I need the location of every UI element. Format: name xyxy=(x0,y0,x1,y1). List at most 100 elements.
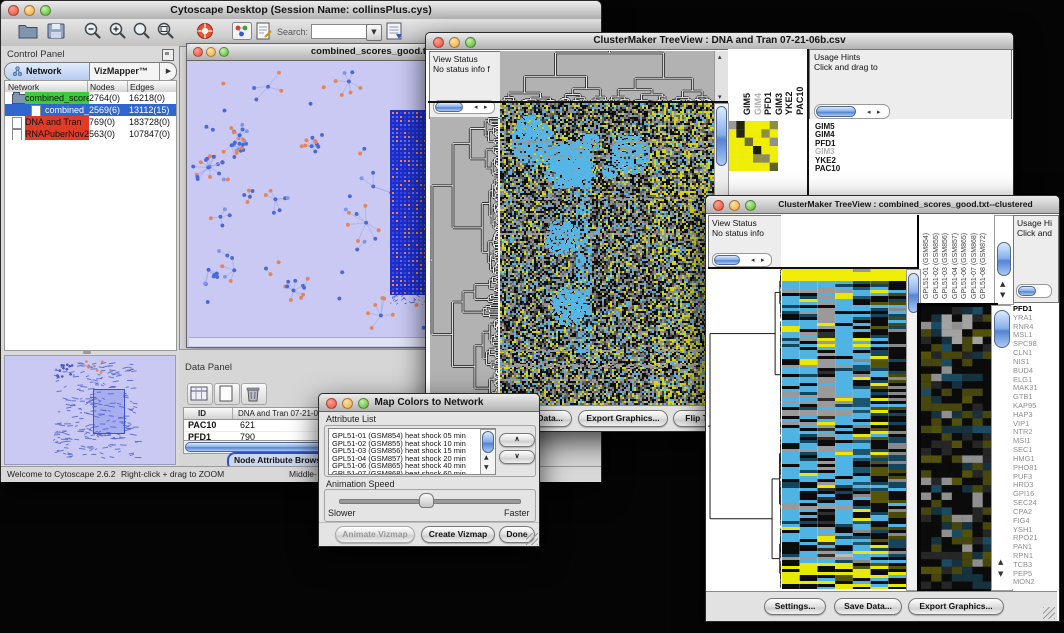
zoom-window-icon[interactable] xyxy=(219,47,229,57)
save-icon[interactable] xyxy=(45,21,67,41)
column-dendrogram[interactable] xyxy=(500,51,714,103)
close-icon[interactable] xyxy=(326,398,337,409)
scroll-down-icon[interactable]: ▾ xyxy=(718,93,722,101)
zoom-window-icon[interactable] xyxy=(40,5,51,16)
attribute-item[interactable]: GPL51-07 (GSM868) heat shock 60 min xyxy=(332,469,466,476)
network-table-row[interactable]: combined_scores2764(0)16218(0) xyxy=(5,92,176,104)
vizmap-icon[interactable] xyxy=(231,21,253,41)
move-up-button[interactable]: ∧ xyxy=(499,433,535,447)
zoom-heatmap[interactable] xyxy=(921,307,993,589)
main-titlebar[interactable]: Cytoscape Desktop (Session Name: collins… xyxy=(1,1,601,20)
scroll-down-icon[interactable]: ▼ xyxy=(1000,291,1005,299)
zoom-window-icon[interactable] xyxy=(465,37,476,48)
usage-hints-panel: Usage Hints Click and drag to ◂ ▸ xyxy=(809,49,1012,121)
minimize-icon[interactable] xyxy=(729,200,740,211)
attribute-list[interactable]: GPL51-01 (GSM854) heat shock 05 minGPL51… xyxy=(328,428,496,475)
zoom-window-icon[interactable] xyxy=(745,200,756,211)
scrollbar-thumb[interactable] xyxy=(482,431,494,453)
scroll-down-icon[interactable]: ▼ xyxy=(484,464,489,472)
resize-grip[interactable] xyxy=(1043,607,1055,619)
scrollbar-thumb[interactable] xyxy=(714,255,740,265)
zoom-in-icon[interactable] xyxy=(107,21,129,41)
network-list-empty-area[interactable] xyxy=(4,140,177,351)
tab-overflow-button[interactable]: ▶ xyxy=(159,63,177,80)
scroll-left-icon[interactable]: ◂ xyxy=(474,103,478,111)
new-page-icon[interactable] xyxy=(214,383,240,405)
view-status-scrollbar[interactable]: ◂ ▸ xyxy=(712,253,772,267)
zoom-out-icon[interactable] xyxy=(82,21,104,41)
open-icon[interactable] xyxy=(17,21,39,41)
usage-hints-scrollbar[interactable] xyxy=(1016,284,1052,298)
close-icon[interactable] xyxy=(193,47,203,57)
export-graphics-button[interactable]: Export Graphics... xyxy=(908,598,1004,615)
scrollbar-thumb[interactable] xyxy=(435,102,463,112)
network-overview-panel[interactable] xyxy=(4,355,176,465)
scroll-right-icon[interactable]: ▸ xyxy=(484,103,488,111)
close-icon[interactable] xyxy=(433,37,444,48)
float-panel-icon[interactable] xyxy=(162,49,174,61)
zoom-selected-icon[interactable] xyxy=(155,21,177,41)
row-value: 621 xyxy=(240,419,255,431)
row-dendrogram[interactable] xyxy=(430,117,498,405)
treeview2-title: ClusterMaker TreeView : combined_scores_… xyxy=(706,196,1059,213)
network-table-row[interactable]: RNAPuberNov2+563(0)107847(0) xyxy=(5,128,176,140)
scroll-right-icon[interactable]: ▸ xyxy=(761,256,765,264)
mini-heatmap[interactable] xyxy=(728,121,778,171)
tab-network[interactable]: Network xyxy=(5,63,90,80)
network-table-row[interactable]: DNA and Tran 07769(0)183728(0) xyxy=(5,116,176,128)
search-dropdown-button[interactable]: ▼ xyxy=(366,24,382,41)
scroll-left-icon[interactable]: ◂ xyxy=(751,256,755,264)
row-dendrogram[interactable] xyxy=(708,269,781,589)
treeview2-titlebar[interactable]: ClusterMaker TreeView : combined_scores_… xyxy=(706,196,1059,214)
minimize-icon[interactable] xyxy=(342,398,353,409)
minimize-icon[interactable] xyxy=(206,47,216,57)
scroll-up-icon[interactable]: ▲ xyxy=(484,454,489,462)
table-icon[interactable] xyxy=(187,383,213,405)
zoom-window-icon[interactable] xyxy=(358,398,369,409)
animate-vizmap-button[interactable]: Animate Vizmap xyxy=(335,526,415,543)
clustered-heatmap[interactable] xyxy=(500,103,714,405)
gene-row-label: MON2 xyxy=(1013,578,1035,587)
dendrogram-mini-scrollbar[interactable]: ▴ ▾ xyxy=(714,51,728,103)
zoom-fit-icon[interactable] xyxy=(131,21,153,41)
overview-viewport-rect[interactable] xyxy=(93,389,125,434)
dialog-titlebar[interactable]: Map Colors to Network xyxy=(319,394,539,412)
scroll-right-icon[interactable]: ▸ xyxy=(877,108,881,116)
treeview1-titlebar[interactable]: ClusterMaker TreeView : DNA and Tran 07-… xyxy=(426,33,1013,50)
tab-vizmapper[interactable]: VizMapper™ xyxy=(89,63,159,80)
close-icon[interactable] xyxy=(713,200,724,211)
annotation-icon[interactable] xyxy=(253,21,275,41)
column-labels-scrollbar[interactable]: ▲ ▼ xyxy=(994,215,1014,305)
attribute-list-scrollbar[interactable]: ▲ ▼ xyxy=(480,429,496,475)
delete-trash-icon[interactable] xyxy=(241,383,267,405)
usage-hints-scrollbar[interactable]: ◂ ▸ xyxy=(814,104,890,119)
export-graphics-button[interactable]: Export Graphics... xyxy=(578,410,668,427)
scroll-left-icon[interactable]: ◂ xyxy=(867,108,871,116)
scrollbar-thumb[interactable] xyxy=(716,106,727,166)
scrollbar-thumb[interactable] xyxy=(997,242,1011,276)
network-table-row[interactable]: combined_sco2569(6)13112(15) xyxy=(5,104,176,116)
row-labels-scrollbar[interactable]: ▲ ▼ xyxy=(991,305,1013,591)
import-icon[interactable] xyxy=(384,21,406,41)
splitter-handle[interactable] xyxy=(83,351,91,354)
scrollbar-thumb[interactable] xyxy=(816,106,856,117)
resize-grip[interactable] xyxy=(526,533,538,545)
clustered-heatmap[interactable] xyxy=(782,269,906,589)
close-icon[interactable] xyxy=(8,5,19,16)
speed-slider-thumb[interactable] xyxy=(419,493,434,508)
help-ring-icon[interactable] xyxy=(195,21,217,41)
settings-button[interactable]: Settings... xyxy=(764,598,826,615)
move-down-button[interactable]: ∨ xyxy=(499,450,535,464)
minimize-icon[interactable] xyxy=(24,5,35,16)
save-data-button[interactable]: Save Data... xyxy=(834,598,902,615)
scroll-up-icon[interactable]: ▲ xyxy=(998,558,1003,566)
minimize-icon[interactable] xyxy=(449,37,460,48)
create-vizmap-button[interactable]: Create Vizmap xyxy=(421,526,495,543)
search-input[interactable] xyxy=(311,24,367,39)
scrollbar-thumb[interactable] xyxy=(994,310,1010,348)
scrollbar-thumb[interactable] xyxy=(1018,286,1036,296)
scroll-up-icon[interactable]: ▴ xyxy=(718,53,722,61)
scroll-up-icon[interactable]: ▲ xyxy=(1000,280,1005,288)
attribute-list-group: GPL51-01 (GSM854) heat shock 05 minGPL51… xyxy=(324,425,536,477)
scroll-down-icon[interactable]: ▼ xyxy=(998,570,1003,578)
